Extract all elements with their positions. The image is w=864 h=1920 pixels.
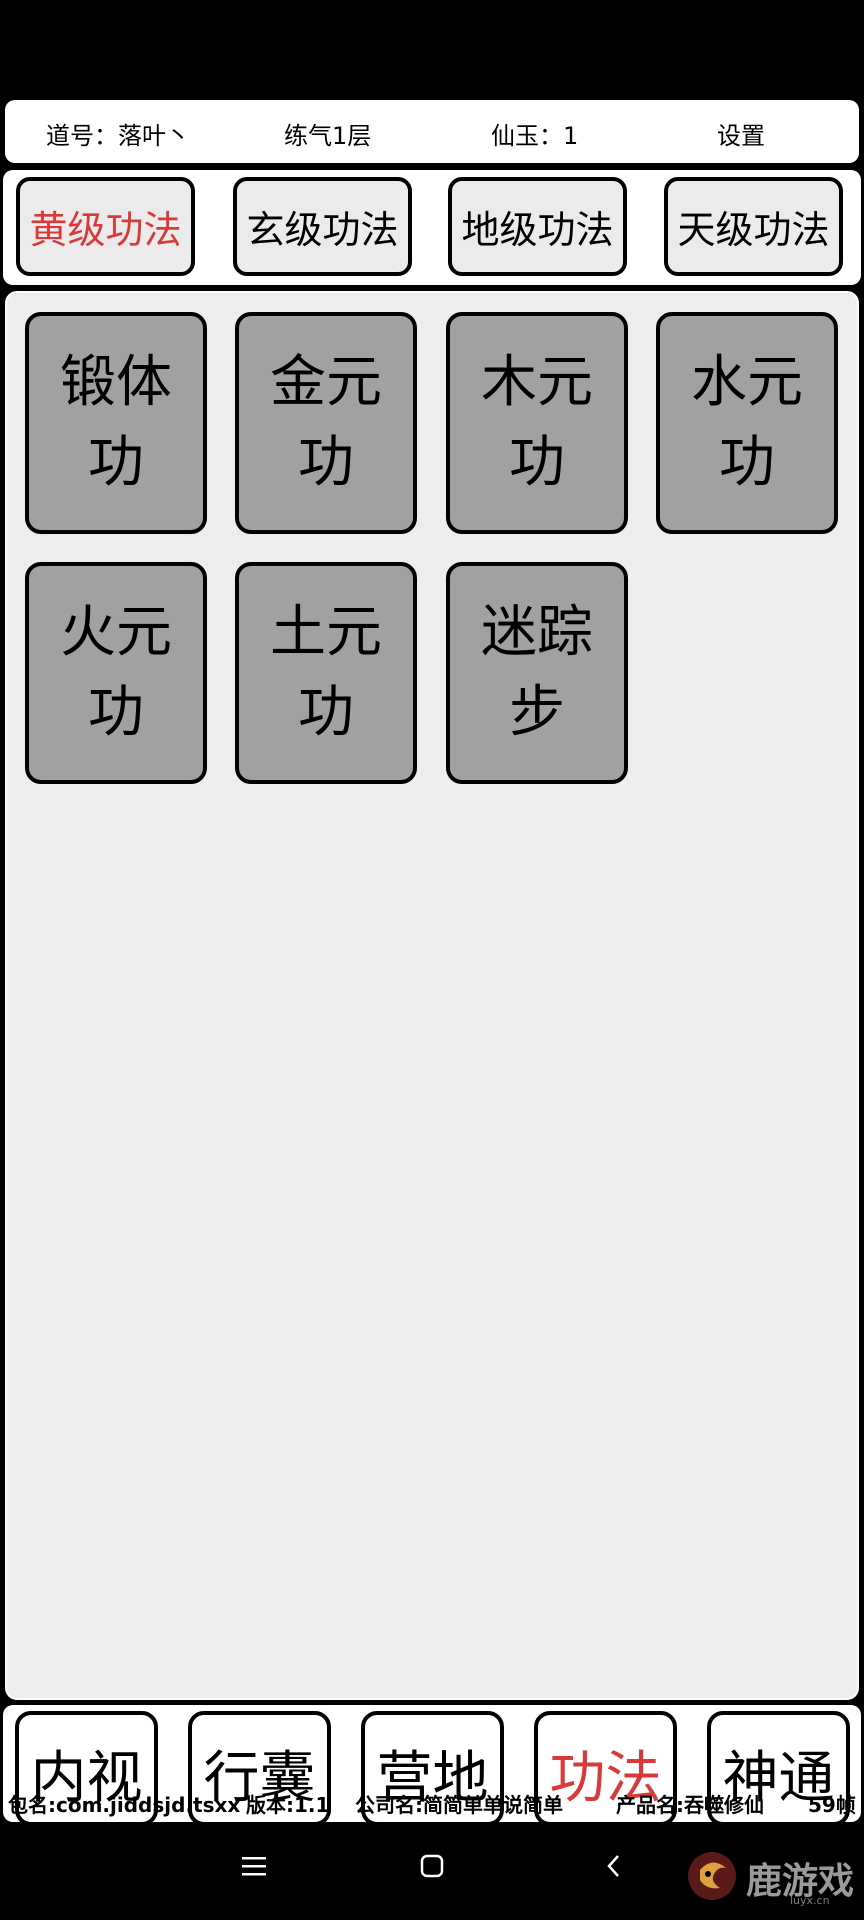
back-icon[interactable]: [600, 1852, 628, 1884]
tab-xuan-grade[interactable]: 玄级功法: [233, 177, 412, 276]
skill-label: 迷踪步: [481, 600, 593, 745]
package-name: 包名:com.jiddsjd.tsxx: [8, 1793, 241, 1817]
tab-huang-grade[interactable]: 黄级功法: [16, 177, 195, 276]
app-info-footer: 包名:com.jiddsjd.tsxx 版本:1.1 公司名:简简单单说简单 产…: [8, 1789, 864, 1817]
skill-card-mizong[interactable]: 迷踪步: [446, 562, 628, 784]
skill-label: 土元功: [270, 600, 382, 745]
skill-panel: 锻体功 金元功 木元功 水元功 火元功 土元功 迷踪步: [5, 291, 859, 1700]
skill-card-muyuan[interactable]: 木元功: [446, 312, 628, 534]
jade-count: 仙玉：1: [491, 122, 579, 150]
dao-name: 道号：落叶丶: [46, 122, 190, 150]
tab-tian-grade[interactable]: 天级功法: [664, 177, 843, 276]
skill-card-duanti[interactable]: 锻体功: [25, 312, 207, 534]
product-name: 产品名:吞噬修仙: [616, 1793, 764, 1817]
version-label: 版本:1.1: [246, 1793, 330, 1817]
watermark-url: luyx.cn: [790, 1894, 830, 1907]
watermark-logo: 鹿游戏 luyx.cn: [680, 1848, 864, 1908]
skill-card-huoyuan[interactable]: 火元功: [25, 562, 207, 784]
menu-icon[interactable]: [240, 1852, 268, 1884]
skill-card-tuyuan[interactable]: 土元功: [235, 562, 417, 784]
status-bar: 道号：落叶丶 练气1层 仙玉：1 设置: [5, 100, 859, 163]
grade-tabs: 黄级功法 玄级功法 地级功法 天级功法: [3, 170, 861, 285]
skill-label: 水元功: [691, 350, 803, 495]
tab-di-grade[interactable]: 地级功法: [448, 177, 627, 276]
skill-label: 火元功: [60, 600, 172, 745]
skill-label: 木元功: [481, 350, 593, 495]
fps-counter: 59帧: [808, 1793, 856, 1817]
home-icon[interactable]: [418, 1852, 446, 1884]
skill-label: 锻体功: [60, 350, 172, 495]
skill-label: 金元功: [270, 350, 382, 495]
realm-level: 练气1层: [284, 122, 372, 150]
company-name: 公司名:简简单单说简单: [355, 1793, 563, 1817]
settings-button[interactable]: 设置: [717, 116, 765, 151]
skill-card-shuiyuan[interactable]: 水元功: [656, 312, 838, 534]
skill-card-jinyuan[interactable]: 金元功: [235, 312, 417, 534]
